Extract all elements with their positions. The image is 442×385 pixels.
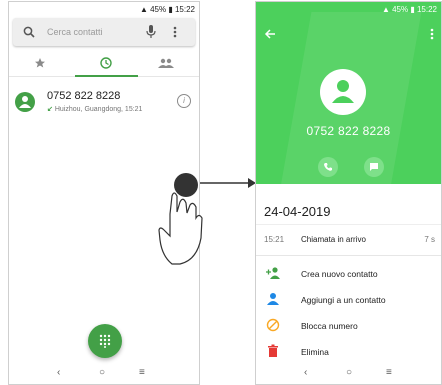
search-input[interactable]: Cerca contatti bbox=[47, 27, 103, 37]
clock-icon bbox=[100, 57, 112, 69]
tab-contacts[interactable] bbox=[136, 50, 199, 76]
home-nav-button[interactable]: ○ bbox=[346, 367, 352, 378]
navigation-bar: ‹ ○ ≡ bbox=[9, 362, 199, 384]
call-record-row: 15:21 Chiamata in arrivo 7 s bbox=[256, 224, 441, 256]
status-bar: ▲ 45% ▮ 15:22 bbox=[256, 2, 441, 16]
active-tab-indicator bbox=[75, 75, 138, 77]
contacts-icon bbox=[158, 58, 174, 68]
add-to-contact-action[interactable]: Aggiungi a un contatto bbox=[256, 287, 441, 311]
call-type: Chiamata in arrivo bbox=[301, 235, 366, 244]
contact-number: 0752 822 8228 bbox=[306, 124, 391, 138]
message-button[interactable] bbox=[364, 157, 384, 177]
dialpad-icon bbox=[99, 334, 111, 348]
more-options-icon[interactable] bbox=[430, 28, 434, 40]
block-icon bbox=[266, 318, 280, 332]
recents-nav-button[interactable]: ≡ bbox=[386, 367, 392, 378]
tap-gesture-illustration bbox=[158, 173, 256, 265]
call-date: 24-04-2019 bbox=[264, 204, 331, 219]
message-icon bbox=[370, 163, 378, 171]
back-nav-button[interactable]: ‹ bbox=[57, 367, 60, 378]
person-icon bbox=[19, 96, 31, 108]
navigation-bar: ‹ ○ ≡ bbox=[256, 362, 441, 384]
status-text: ▲ 45% ▮ 15:22 bbox=[381, 5, 437, 14]
trash-icon bbox=[268, 344, 278, 357]
action-label: Crea nuovo contatto bbox=[301, 269, 378, 279]
incoming-call-arrow-icon: ↙ bbox=[47, 106, 53, 113]
caller-number: 0752 822 8228 bbox=[47, 90, 121, 102]
call-log-item[interactable]: 0752 822 8228 ↙ Huizhou, Guangdong, 15:21… bbox=[9, 88, 199, 120]
delete-action[interactable]: Elimina bbox=[256, 339, 441, 363]
call-time: 15:21 bbox=[264, 235, 285, 244]
star-icon bbox=[35, 58, 45, 68]
mic-icon[interactable] bbox=[146, 25, 156, 39]
search-icon[interactable] bbox=[23, 26, 35, 38]
search-bar[interactable]: Cerca contatti bbox=[13, 18, 195, 46]
back-nav-button[interactable]: ‹ bbox=[304, 367, 307, 378]
phone-icon bbox=[324, 163, 332, 171]
contact-header: ▲ 45% ▮ 15:22 0752 822 8228 bbox=[256, 2, 441, 184]
tab-favorites[interactable] bbox=[9, 50, 72, 76]
action-label: Elimina bbox=[301, 347, 329, 357]
contact-avatar bbox=[320, 69, 366, 115]
call-duration: 7 s bbox=[424, 235, 435, 244]
back-arrow-icon[interactable] bbox=[264, 28, 276, 40]
action-label: Blocca numero bbox=[301, 321, 358, 331]
tab-bar bbox=[9, 50, 199, 77]
call-detail: ↙ Huizhou, Guangdong, 15:21 bbox=[47, 106, 143, 113]
action-label: Aggiungi a un contatto bbox=[301, 295, 386, 305]
block-number-action[interactable]: Blocca numero bbox=[256, 313, 441, 337]
status-text: ▲ 45% ▮ 15:22 bbox=[139, 5, 195, 14]
add-person-icon bbox=[266, 267, 280, 279]
avatar bbox=[15, 92, 35, 112]
person-icon bbox=[267, 293, 279, 305]
more-options-icon[interactable] bbox=[173, 26, 177, 38]
call-button[interactable] bbox=[318, 157, 338, 177]
phone-call-detail-screen: ▲ 45% ▮ 15:22 0752 822 8228 24-04-2019 1… bbox=[255, 1, 442, 385]
dialpad-button[interactable] bbox=[88, 324, 122, 358]
tab-recent[interactable] bbox=[75, 50, 138, 76]
info-icon[interactable]: i bbox=[177, 94, 191, 108]
home-nav-button[interactable]: ○ bbox=[99, 367, 105, 378]
status-bar: ▲ 45% ▮ 15:22 bbox=[9, 2, 199, 16]
create-contact-action[interactable]: Crea nuovo contatto bbox=[256, 261, 441, 285]
person-icon bbox=[332, 80, 354, 103]
recents-nav-button[interactable]: ≡ bbox=[139, 367, 145, 378]
